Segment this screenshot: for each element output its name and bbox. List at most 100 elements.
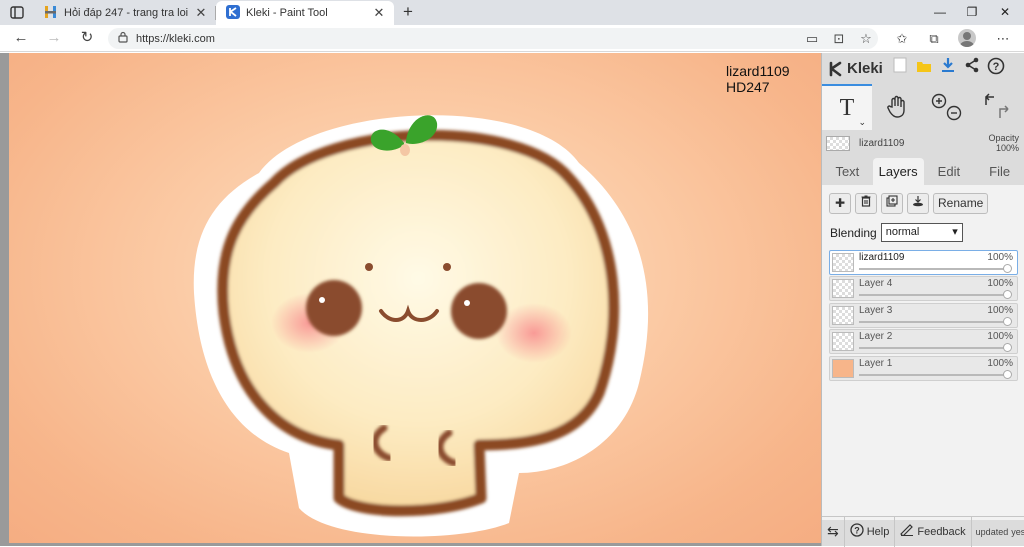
feedback-icon	[900, 524, 914, 539]
updated-info[interactable]: updated yesterday	[972, 517, 1024, 547]
layer-opacity-slider[interactable]	[859, 373, 1007, 376]
artwork-illustration	[193, 115, 649, 537]
layer-thumbnail	[832, 358, 854, 378]
slider-handle[interactable]	[1003, 316, 1012, 326]
current-layer-header: lizard1109 Opacity 100%	[822, 130, 1024, 156]
panel-tabs: Text Layers Edit File	[822, 158, 1024, 185]
undo-redo-icon	[985, 93, 1009, 118]
slider-handle[interactable]	[1003, 343, 1012, 353]
blush-right	[496, 303, 572, 363]
plus-icon: ✚	[834, 196, 846, 210]
new-image-icon[interactable]	[888, 57, 912, 81]
layer-opacity-slider[interactable]	[859, 347, 1007, 350]
eye-left	[306, 280, 362, 336]
forward-icon[interactable]: →	[43, 28, 65, 48]
lock-icon	[118, 31, 128, 46]
layer-item[interactable]: Layer 2 100%	[829, 329, 1018, 355]
more-menu-icon[interactable]: ⋯	[993, 29, 1013, 49]
duplicate-layer-button[interactable]	[881, 193, 903, 214]
rename-layer-button[interactable]: Rename	[933, 193, 989, 214]
favorite-star-icon[interactable]: ☆	[856, 29, 876, 49]
help-button[interactable]: ? Help	[845, 516, 896, 547]
tool-row: T ⌄	[822, 84, 1024, 130]
blending-row: Blending normal	[830, 223, 963, 242]
kleki-logo[interactable]: Kleki	[822, 60, 888, 77]
canvas-area[interactable]: lizard1109 HD247	[0, 53, 821, 546]
layer-opacity-slider[interactable]	[859, 294, 1007, 297]
tab-layers[interactable]: Layers	[872, 158, 924, 185]
layers-panel: ✚ Rename Blending normal lizard1109 100%	[822, 185, 1024, 520]
layer-thumbnail	[832, 279, 854, 299]
favorites-icon[interactable]: ✩	[892, 29, 912, 49]
layer-thumbnail	[832, 253, 854, 272]
layer-thumbnail	[832, 305, 854, 325]
current-layer-opacity: Opacity 100%	[988, 133, 1019, 153]
trash-icon	[861, 195, 871, 207]
minimize-icon[interactable]: —	[925, 0, 955, 25]
screen-capture-icon[interactable]: ⊡	[829, 29, 849, 49]
layer-item[interactable]: Layer 4 100%	[829, 276, 1018, 302]
layer-opacity-slider[interactable]	[859, 268, 1007, 270]
undo-redo-button[interactable]	[972, 84, 1022, 130]
svg-text:?: ?	[993, 61, 1000, 73]
kleki-logo-icon	[829, 61, 842, 76]
restore-icon[interactable]: ❐	[957, 0, 987, 25]
tab-edit[interactable]: Edit	[924, 158, 975, 185]
drawing-canvas[interactable]: lizard1109 HD247	[9, 53, 821, 543]
merge-layer-button[interactable]	[907, 193, 929, 214]
browser-tab-bar: Hỏi đáp 247 - trang tra loi ✕ Kleki - Pa…	[0, 0, 1024, 25]
close-window-icon[interactable]: ✕	[990, 0, 1020, 25]
url-text: https://kleki.com	[136, 32, 215, 45]
collections-icon[interactable]: ⧉	[924, 29, 944, 49]
layer-item[interactable]: Layer 1 100%	[829, 355, 1018, 381]
close-tab-icon[interactable]: ✕	[194, 5, 208, 21]
hand-icon	[887, 95, 905, 118]
tab-file[interactable]: File	[974, 158, 1024, 185]
tab-text[interactable]: Text	[822, 158, 873, 185]
hoidap-favicon-icon	[44, 5, 58, 22]
add-layer-button[interactable]: ✚	[829, 193, 851, 214]
slider-handle[interactable]	[1003, 290, 1012, 300]
tab-actions-menu-icon[interactable]	[6, 3, 28, 23]
svg-text:?: ?	[854, 526, 860, 536]
tab-title: Kleki - Paint Tool	[246, 7, 328, 19]
layers-list: lizard1109 100% Layer 4 100% Layer 3 100…	[829, 250, 1018, 382]
text-tool-button[interactable]: T ⌄	[822, 84, 872, 130]
open-folder-icon[interactable]	[912, 57, 936, 81]
canvas-watermark: lizard1109 HD247	[726, 63, 790, 95]
slider-handle[interactable]	[1003, 264, 1012, 273]
browser-address-bar: ← → ↻ https://kleki.com ▭ ⊡ ☆ ✩ ⧉ ⋯	[0, 25, 1024, 52]
panel-bottom-bar: ⇆ ? Help Feedback updated yesterday	[822, 516, 1024, 547]
chevron-down-icon[interactable]: ⌄	[858, 117, 866, 128]
new-tab-icon[interactable]: +	[398, 2, 418, 22]
save-download-icon[interactable]	[936, 57, 960, 81]
reload-icon[interactable]: ↻	[76, 28, 98, 48]
layer-item[interactable]: lizard1109 100%	[829, 250, 1018, 275]
url-bar[interactable]: https://kleki.com	[108, 28, 878, 49]
back-icon[interactable]: ←	[10, 28, 32, 48]
layer-item[interactable]: Layer 3 100%	[829, 302, 1018, 328]
swap-arrows-icon: ⇆	[827, 523, 839, 539]
reading-view-icon[interactable]: ▭	[802, 29, 822, 49]
layer-thumbnail	[832, 332, 854, 352]
help-icon[interactable]: ?	[984, 57, 1008, 81]
share-icon[interactable]	[960, 57, 984, 81]
current-layer-thumbnail	[826, 135, 850, 151]
zoom-button[interactable]	[922, 84, 972, 130]
swap-side-button[interactable]: ⇆	[822, 516, 845, 547]
tab-hoidap[interactable]: Hỏi đáp 247 - trang tra loi ✕	[34, 1, 216, 25]
close-tab-icon[interactable]: ✕	[372, 5, 386, 21]
kleki-side-panel: Kleki ? T ⌄ lizard1109 Opacity 100% Text…	[821, 53, 1024, 547]
delete-layer-button[interactable]	[855, 193, 877, 214]
slider-handle[interactable]	[1003, 369, 1012, 379]
blending-select[interactable]: normal	[880, 223, 963, 242]
layer-opacity-slider[interactable]	[859, 320, 1007, 323]
merge-down-icon	[913, 196, 923, 207]
duplicate-icon	[886, 195, 898, 207]
profile-avatar[interactable]	[958, 29, 976, 47]
feedback-button[interactable]: Feedback	[895, 516, 972, 547]
zoom-in-out-icon	[931, 93, 962, 121]
tab-kleki[interactable]: Kleki - Paint Tool ✕	[216, 1, 394, 25]
layer-actions: ✚ Rename	[829, 193, 989, 214]
hand-tool-button[interactable]	[872, 84, 922, 130]
